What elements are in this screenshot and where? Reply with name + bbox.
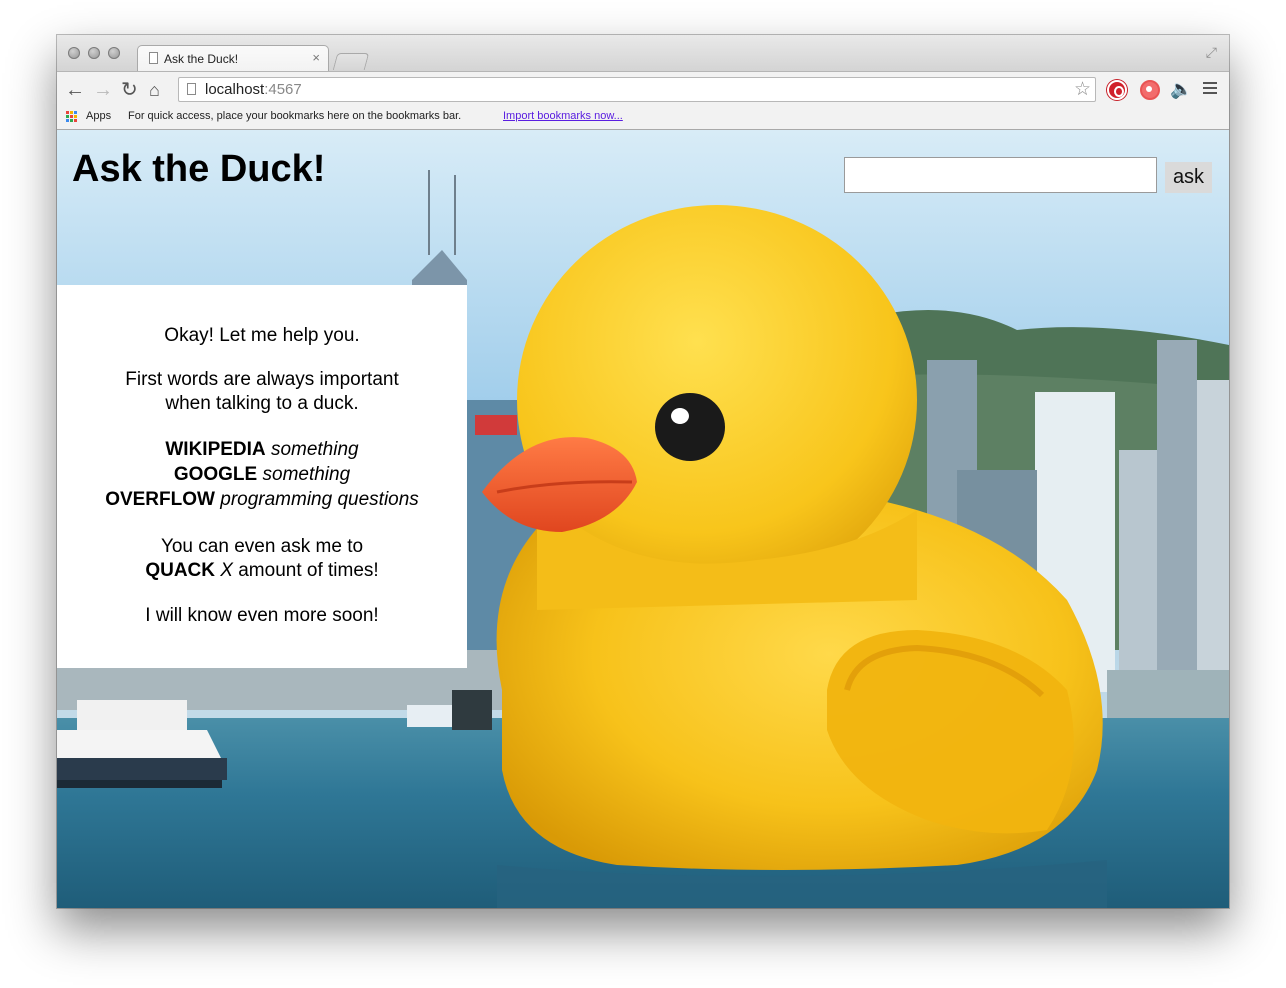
home-icon[interactable]: ⌂ xyxy=(149,78,160,102)
question-input[interactable] xyxy=(844,157,1157,193)
page-icon xyxy=(149,52,158,64)
import-bookmarks-link[interactable]: Import bookmarks now... xyxy=(503,110,623,122)
window-minimize-button[interactable] xyxy=(88,47,100,59)
address-bar[interactable]: localhost:4567 ☆ xyxy=(178,77,1096,102)
command-argument: programming questions xyxy=(220,489,419,510)
command-argument: something xyxy=(262,464,351,485)
page-title: Ask the Duck! xyxy=(72,148,326,190)
new-tab-button[interactable] xyxy=(332,53,370,70)
quack-rest: amount of times! xyxy=(238,560,379,581)
bookmarks-hint: For quick access, place your bookmarks h… xyxy=(128,110,462,122)
forward-icon[interactable]: → xyxy=(93,78,113,102)
quack-keyword: QUACK xyxy=(145,560,215,581)
back-icon[interactable]: ← xyxy=(65,78,85,102)
command-keyword: WIKIPEDIA xyxy=(165,439,266,460)
apps-icon[interactable] xyxy=(66,111,78,123)
tab-close-icon[interactable]: × xyxy=(312,50,320,65)
quack-line1: You can even ask me to xyxy=(160,536,364,557)
window-zoom-button[interactable] xyxy=(108,47,120,59)
fullscreen-icon[interactable]: ⤢ xyxy=(1206,44,1217,61)
help-outro: I will know even more soon! xyxy=(145,605,379,626)
browser-toolbar: ← → ↻ ⌂ localhost:4567 ☆ 🔈 xyxy=(57,71,1229,108)
page-icon xyxy=(187,83,196,95)
speaker-icon[interactable]: 🔈 xyxy=(1170,80,1192,100)
tab-ask-the-duck[interactable]: Ask the Duck! × xyxy=(137,45,329,72)
help-tip: First words are always important when ta… xyxy=(57,368,467,416)
reload-icon[interactable]: ↻ xyxy=(121,78,138,102)
help-commands: WIKIPEDIA something GOOGLE something OVE… xyxy=(57,437,467,512)
command-keyword: OVERFLOW xyxy=(105,489,215,510)
help-tip-line1: First words are always important xyxy=(125,369,399,390)
adblock-icon[interactable] xyxy=(1107,80,1127,100)
star-icon[interactable]: ☆ xyxy=(1074,78,1091,101)
help-intro: Okay! Let me help you. xyxy=(164,325,360,346)
command-argument: something xyxy=(270,439,359,460)
command-keyword: GOOGLE xyxy=(173,464,258,485)
help-tip-line2: when talking to a duck. xyxy=(165,393,359,414)
ask-button[interactable]: ask xyxy=(1165,162,1212,193)
bookmarks-bar: Apps For quick access, place your bookma… xyxy=(57,107,1229,130)
extension-icon[interactable] xyxy=(1140,80,1160,100)
tab-title: Ask the Duck! xyxy=(164,52,239,66)
help-quack: You can even ask me to QUACK X amount of… xyxy=(57,535,467,583)
apps-link[interactable]: Apps xyxy=(86,110,111,122)
menu-icon[interactable] xyxy=(1203,82,1217,97)
help-panel: Okay! Let me help you. First words are a… xyxy=(57,285,467,668)
window-close-button[interactable] xyxy=(68,47,80,59)
page-viewport: Ask the Duck! ask Okay! Let me help you.… xyxy=(57,130,1229,908)
url-text[interactable]: localhost:4567 xyxy=(205,81,302,98)
browser-window: Ask the Duck! × ⤢ ← → ↻ ⌂ localhost:4567… xyxy=(57,35,1229,908)
tab-strip: Ask the Duck! × ⤢ xyxy=(57,35,1229,72)
quack-variable: X xyxy=(220,560,233,581)
